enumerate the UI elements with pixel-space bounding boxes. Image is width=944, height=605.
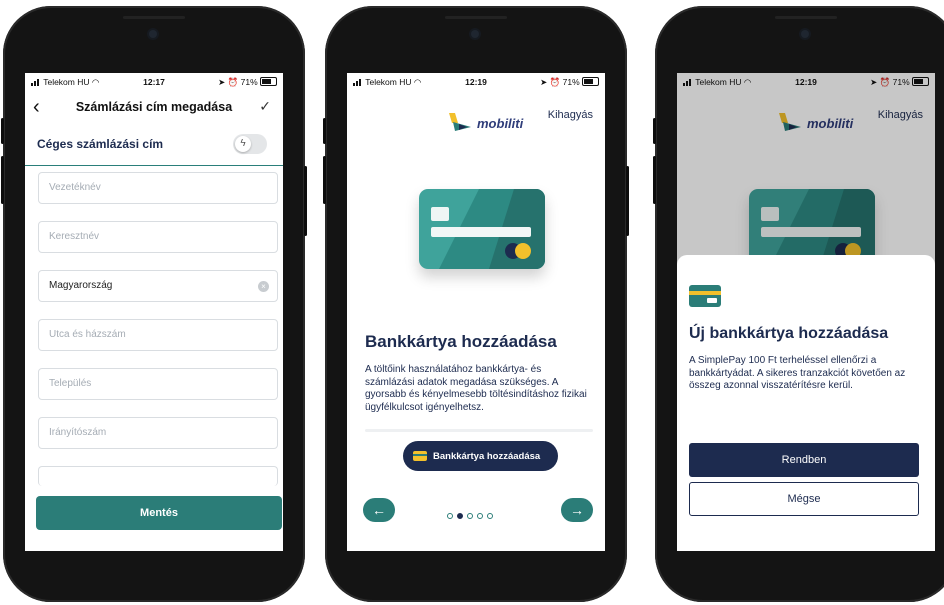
billing-screen: Telekom HU ◠ 12:17 ➤ ⏰ 71% ‹ Számlázási …	[25, 73, 283, 551]
onboarding-title: Bankkártya hozzáadása	[365, 332, 557, 351]
page-dot[interactable]	[447, 513, 453, 519]
speaker-grille	[445, 16, 507, 19]
last-name-placeholder: Vezetéknév	[49, 182, 101, 193]
phone-side-button	[653, 156, 656, 204]
country-field[interactable]: Magyarország ×	[38, 270, 278, 302]
modal-text: A SimplePay 100 Ft terheléssel ellenőrzi…	[689, 355, 906, 391]
page-title: Számlázási cím megadása	[75, 100, 233, 114]
status-bar: Telekom HU ◠ 12:17 ➤ ⏰ 71%	[25, 73, 283, 91]
divider	[365, 429, 593, 432]
company-billing-row: Céges számlázási cím ϟ	[25, 127, 283, 166]
lightning-icon: ϟ	[235, 136, 251, 152]
speaker-grille	[775, 16, 837, 19]
zip-field[interactable]: Irányítószám	[38, 417, 278, 449]
add-card-modal: Új bankkártya hozzáadása A SimplePay 100…	[677, 255, 935, 551]
page-dot[interactable]	[487, 513, 493, 519]
page-dot[interactable]	[477, 513, 483, 519]
previous-arrow-button[interactable]: ←	[363, 498, 395, 522]
phone-side-button	[304, 166, 307, 236]
phone-onboarding: Telekom HU ◠ 12:19 ➤ ⏰ 71% mobiliti Kiha…	[323, 6, 629, 602]
modal-title: Új bankkártya hozzáadása	[689, 325, 889, 342]
phone-side-button	[1, 156, 4, 204]
add-bank-card-button[interactable]: Bankkártya hozzáadása	[403, 441, 558, 471]
extra-field[interactable]	[38, 466, 278, 486]
status-right: ➤ ⏰ 71%	[540, 77, 599, 88]
street-field[interactable]: Utca és házszám	[38, 319, 278, 351]
battery-icon	[582, 77, 599, 86]
arrow-left-icon: ←	[372, 502, 386, 518]
clear-icon[interactable]: ×	[258, 281, 269, 292]
company-billing-toggle[interactable]: ϟ	[233, 134, 267, 154]
phone-billing: Telekom HU ◠ 12:17 ➤ ⏰ 71% ‹ Számlázási …	[1, 6, 307, 602]
battery-percent: 71%	[562, 77, 580, 87]
brand-name: mobiliti	[477, 116, 524, 131]
onboarding-screen: Telekom HU ◠ 12:19 ➤ ⏰ 71% mobiliti Kiha…	[347, 73, 605, 551]
credit-card-icon	[419, 189, 545, 269]
cancel-button[interactable]: Mégse	[689, 482, 919, 516]
location-icon: ➤	[540, 77, 548, 87]
phone-side-button	[323, 156, 326, 204]
ok-button[interactable]: Rendben	[689, 443, 919, 477]
country-value: Magyarország	[49, 280, 113, 291]
modal-screen: Telekom HU ◠ 12:19 ➤ ⏰ 71% mobiliti Kiha…	[677, 73, 935, 551]
speaker-grille	[123, 16, 185, 19]
last-name-field[interactable]: Vezetéknév	[38, 172, 278, 204]
phone-side-button	[323, 118, 326, 144]
card-icon	[413, 451, 427, 461]
company-billing-label: Céges számlázási cím	[37, 137, 164, 151]
alarm-icon: ⏰	[227, 77, 239, 87]
onboarding-text: A töltőink használatához bankkártya- és …	[365, 364, 587, 413]
city-field[interactable]: Település	[38, 368, 278, 400]
arrow-right-icon: →	[570, 502, 584, 518]
zip-placeholder: Irányítószám	[49, 427, 107, 438]
credit-card-illustration	[419, 189, 545, 269]
page-dot[interactable]	[467, 513, 473, 519]
bank-card-icon	[689, 285, 721, 307]
phone-side-button	[653, 118, 656, 144]
alarm-icon: ⏰	[549, 77, 561, 87]
add-bank-card-label: Bankkártya hozzáadása	[433, 451, 541, 462]
city-placeholder: Település	[49, 378, 92, 389]
phone-side-button	[626, 166, 629, 236]
page-indicator	[447, 506, 517, 519]
next-arrow-button[interactable]: →	[561, 498, 593, 522]
first-name-placeholder: Keresztnév	[49, 231, 100, 242]
header: ‹ Számlázási cím megadása ✓	[25, 91, 283, 125]
mobiliti-logo-mark-icon	[449, 113, 471, 131]
street-placeholder: Utca és házszám	[49, 329, 126, 340]
front-camera	[801, 30, 809, 38]
skip-link[interactable]: Kihagyás	[548, 109, 593, 121]
status-right: ➤ ⏰ 71%	[218, 77, 277, 88]
battery-icon	[260, 77, 277, 86]
front-camera	[471, 30, 479, 38]
front-camera	[149, 30, 157, 38]
confirm-check-icon[interactable]: ✓	[259, 98, 271, 115]
location-icon: ➤	[218, 77, 226, 87]
battery-percent: 71%	[240, 77, 258, 87]
phone-side-button	[1, 118, 4, 144]
first-name-field[interactable]: Keresztnév	[38, 221, 278, 253]
page-dot-active[interactable]	[457, 513, 463, 519]
save-button[interactable]: Mentés	[36, 496, 282, 530]
status-bar: Telekom HU ◠ 12:19 ➤ ⏰ 71%	[347, 73, 605, 91]
phone-modal: Telekom HU ◠ 12:19 ➤ ⏰ 71% mobiliti Kiha…	[653, 6, 944, 602]
